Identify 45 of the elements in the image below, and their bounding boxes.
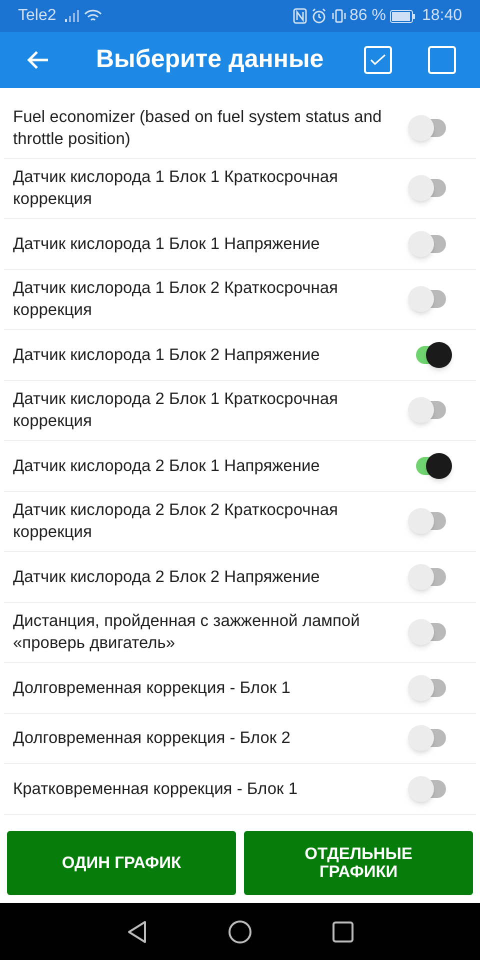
list-row[interactable]: Fuel economizer (based on fuel system status and throttle position) [4,98,476,158]
carrier-text: Tele2 [18,6,56,26]
row-label: Датчик кислорода 2 Блок 2 Напряжение [13,566,321,588]
row-label: Датчик кислорода 1 Блок 1 Краткосрочная коррекция [13,167,339,210]
list-row[interactable]: Кратковременная коррекция - Блок 1 [4,764,476,814]
list-row[interactable]: Датчик кислорода 2 Блок 2 Краткосрочная коррекция [4,492,476,552]
nfc-icon [293,8,308,24]
recents-nav-icon[interactable] [332,920,354,942]
battery-percent: 86 % [349,6,386,26]
back-arrow-icon [26,50,50,70]
row-label: Датчик кислорода 2 Блок 1 Напряжение [13,456,321,477]
list-row[interactable]: Долговременная коррекция - Блок 2 [4,714,476,764]
list-row[interactable]: Датчик кислорода 1 Блок 2 Напряжение [4,330,476,380]
clock-text: 18:40 [422,6,462,26]
row-label: Датчик кислорода 1 Блок 1 Напряжение [13,234,321,255]
row-label: Датчик кислорода 1 Блок 2 Краткосрочная коррекция [13,278,339,322]
list-row[interactable]: Долговременная коррекция - Блок 1 [4,663,476,714]
chart-button[interactable]: ОТДЕЛЬНЫЕ ГРАФИКИ [244,831,473,895]
chart-button[interactable]: ОДИН ГРАФИК [7,831,236,895]
wifi-icon [84,9,102,23]
list-row[interactable]: Датчик кислорода 1 Блок 1 Напряжение [4,219,476,270]
row-label: Fuel economizer (based on fuel system status and throttle position) [13,106,383,150]
battery-icon [390,10,416,22]
list-row[interactable]: Датчик кислорода 1 Блок 1 Краткосрочная коррекция [4,158,476,219]
row-label: Дистанция, пройденная с зажженной лампой «проверь двигатель» [13,611,361,654]
list-row[interactable]: Дистанция, пройденная с зажженной лампой «проверь двигатель» [4,602,476,663]
screen-title: Выберите данные [96,44,324,76]
row-label: Кратковременная коррекция - Блок 1 [13,778,299,800]
list-row[interactable]: Датчик кислорода 2 Блок 1 Напряжение [4,441,476,492]
row-label: Датчик кислорода 1 Блок 2 Напряжение [13,344,321,366]
row-label: Долговременная коррекция - Блок 1 [13,678,292,699]
list-row[interactable]: Датчик кислорода 2 Блок 1 Краткосрочная коррекция [4,380,476,441]
list-row[interactable]: Датчик кислорода 1 Блок 2 Краткосрочная коррекция [4,270,476,330]
signal-icon [64,9,80,23]
deselect-all-button[interactable] [428,46,456,74]
list-row[interactable]: Датчик кислорода 2 Блок 2 Напряжение [4,552,476,602]
vibrate-icon [331,8,348,24]
back-nav-icon[interactable] [126,920,148,944]
alarm-icon [311,8,328,24]
row-label: Датчик кислорода 2 Блок 1 Краткосрочная коррекция [13,389,339,432]
select-all-button[interactable] [364,46,392,74]
row-label: Долговременная коррекция - Блок 2 [13,728,292,750]
home-nav-icon[interactable] [228,920,252,944]
check-icon [370,54,386,66]
row-label: Датчик кислорода 2 Блок 2 Краткосрочная коррекция [13,500,339,544]
